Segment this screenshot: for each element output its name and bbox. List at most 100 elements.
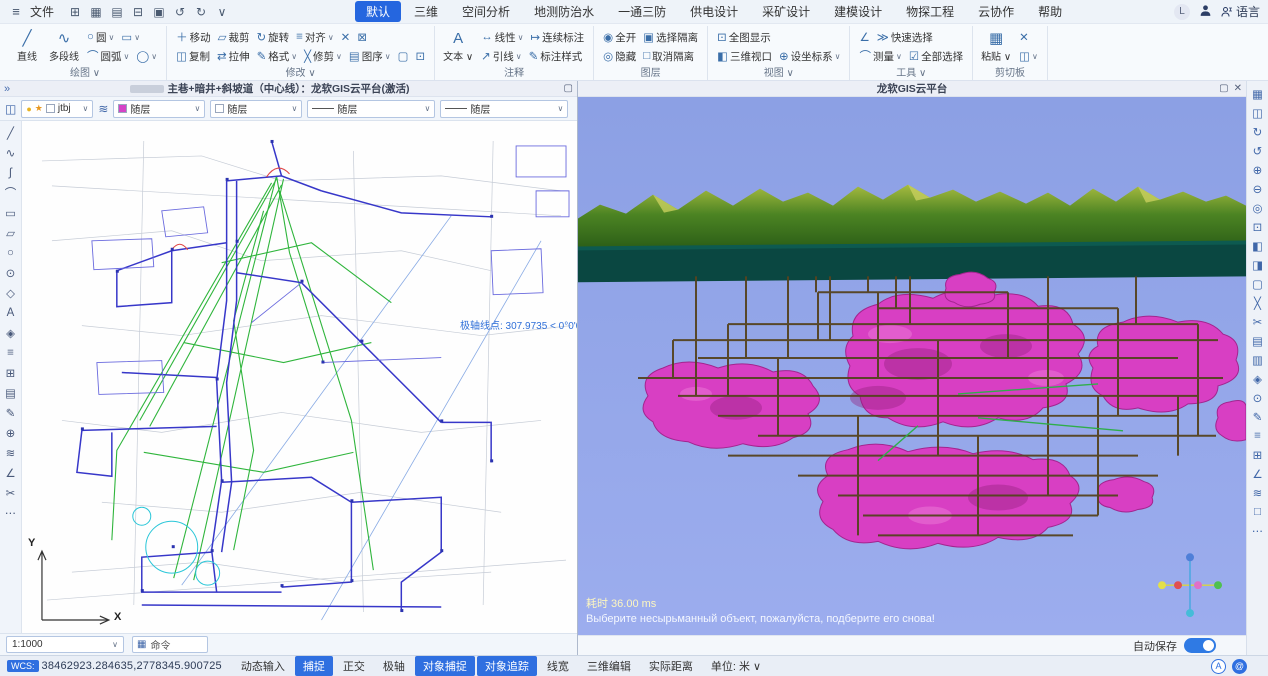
menu-tab-4[interactable]: 地测防治水 xyxy=(523,1,605,22)
clip-button[interactable]: ▱裁剪 xyxy=(216,29,252,46)
measure-button[interactable]: ⌒测量∨ xyxy=(857,48,903,65)
print-icon[interactable]: ▣ xyxy=(150,3,168,20)
language-button[interactable]: 语言 xyxy=(1221,3,1260,20)
linetype-combo[interactable]: 随层 ∨ xyxy=(307,100,435,118)
scale-combo[interactable]: 1:1000 ∨ xyxy=(6,636,124,653)
sheet-icon[interactable]: ▤ xyxy=(1249,332,1267,349)
cut-tool-icon[interactable]: ✂ xyxy=(2,484,20,501)
dot-circle-icon[interactable]: ⊙ xyxy=(1249,389,1267,406)
line-tool-icon[interactable]: ╱ xyxy=(2,124,20,141)
block-tool-icon[interactable]: ⊞ xyxy=(2,364,20,381)
open-icon[interactable]: ▤ xyxy=(108,3,126,20)
arc-tool-icon[interactable]: ⌒ xyxy=(2,184,20,201)
delete-button[interactable]: ✕ xyxy=(339,29,353,46)
close-3d-icon[interactable]: ✕ xyxy=(1234,83,1242,94)
menu-tab-8[interactable]: 建模设计 xyxy=(823,1,893,22)
hamburger-icon[interactable]: ≡ xyxy=(8,4,24,19)
hide-layer-button[interactable]: ◎隐藏 xyxy=(601,48,638,65)
all-layers-on-button[interactable]: ◉全开 xyxy=(601,29,638,46)
scene-3d-canvas[interactable]: 耗时 36.00 ms Выберите несырьманный объект… xyxy=(578,97,1246,635)
fit-icon[interactable]: ⊡ xyxy=(1249,218,1267,235)
stretch-button[interactable]: ⇄拉伸 xyxy=(215,48,252,65)
polyline-button[interactable]: ∿多段线 xyxy=(48,27,80,67)
frame-icon[interactable]: ▢ xyxy=(1249,275,1267,292)
text-tool-icon[interactable]: A xyxy=(2,304,20,321)
avatar[interactable]: L xyxy=(1174,4,1190,20)
ellipse-button[interactable]: ◯∨ xyxy=(134,48,159,65)
erase-button[interactable]: ⊠ xyxy=(355,29,369,46)
donut-tool-icon[interactable]: ⊙ xyxy=(2,264,20,281)
trim-button[interactable]: ╳修剪∨ xyxy=(302,48,344,65)
edit-icon[interactable]: ✎ xyxy=(1249,408,1267,425)
join-button[interactable]: ⊡ xyxy=(414,48,428,65)
more-tools-icon[interactable]: ⋯ xyxy=(2,504,20,521)
diamond-tool-icon[interactable]: ◇ xyxy=(2,284,20,301)
wave-tool-icon[interactable]: ≋ xyxy=(2,444,20,461)
cad-canvas[interactable]: 极轴线点: 307.9735 < 0°0'0" Y X xyxy=(22,121,577,633)
collapse-icon[interactable]: » xyxy=(4,83,10,95)
status-units[interactable]: 单位: 米 ∨ xyxy=(703,656,769,676)
command-input[interactable]: ▦ 命令 xyxy=(132,636,208,653)
maximize-3d-icon[interactable]: ▢ xyxy=(1219,83,1228,94)
target-icon[interactable]: ◎ xyxy=(1249,199,1267,216)
viewport-3d-button[interactable]: ◧三维视口 xyxy=(715,48,774,65)
undo-icon[interactable]: ↺ xyxy=(171,3,189,20)
copy-clip-button[interactable]: ◫∨ xyxy=(1017,48,1040,65)
message-circle-icon[interactable]: @ xyxy=(1232,659,1247,674)
box-icon[interactable]: □ xyxy=(1249,503,1267,520)
autosave-toggle[interactable] xyxy=(1184,638,1216,653)
save-view-icon[interactable]: ▦ xyxy=(1249,85,1267,102)
select-all-button[interactable]: ☑全部选择 xyxy=(907,48,965,65)
color-combo-2[interactable]: 随层 ∨ xyxy=(210,100,302,118)
continue-dim-button[interactable]: ↦连续标注 xyxy=(529,29,587,46)
quick-select-button[interactable]: ≫快速选择 xyxy=(875,29,935,46)
ruler-button[interactable]: ∠ xyxy=(857,29,871,46)
insert-tool-icon[interactable]: ⊕ xyxy=(2,424,20,441)
angle-tool-icon[interactable]: ∠ xyxy=(2,464,20,481)
rotate-ccw-icon[interactable]: ↺ xyxy=(1249,142,1267,159)
text-button[interactable]: A文本 ∨ xyxy=(442,27,474,67)
plus-box-icon[interactable]: ⊞ xyxy=(1249,446,1267,463)
layer-combo[interactable]: ● ★ jtbj ∨ xyxy=(21,100,93,118)
rectangle-tool-icon[interactable]: ▭ xyxy=(2,204,20,221)
status-polar[interactable]: 极轴 xyxy=(375,656,413,676)
copy-button[interactable]: ◫复制 xyxy=(174,48,212,65)
angle-icon[interactable]: ∠ xyxy=(1249,465,1267,482)
format-button[interactable]: ✎格式∨ xyxy=(255,48,300,65)
polyline-tool-icon[interactable]: ∿ xyxy=(2,144,20,161)
paste-button[interactable]: ▦粘贴 ∨ xyxy=(980,27,1012,67)
gallery-icon[interactable]: ▦ xyxy=(87,3,105,20)
edit-tool-icon[interactable]: ✎ xyxy=(2,404,20,421)
line-button[interactable]: ╱直线 xyxy=(11,27,43,67)
layout-icon[interactable]: ◫ xyxy=(1249,104,1267,121)
menu-tab-1[interactable]: 默认 xyxy=(355,1,401,22)
linear-dim-button[interactable]: ↔线性∨ xyxy=(479,29,525,46)
split-h-icon[interactable]: ◧ xyxy=(1249,237,1267,254)
rectangle-button[interactable]: ▭∨ xyxy=(119,29,142,46)
spline-tool-icon[interactable]: ∫ xyxy=(2,164,20,181)
user-icon[interactable] xyxy=(1199,4,1212,20)
menu-tab-6[interactable]: 供电设计 xyxy=(679,1,749,22)
menu-tab-9[interactable]: 物探工程 xyxy=(895,1,965,22)
layer-manager-icon[interactable]: ◫ xyxy=(5,102,16,116)
arc-button[interactable]: ⌒圆弧∨ xyxy=(85,48,131,65)
isolate-button[interactable]: ▣选择隔离 xyxy=(641,29,700,46)
cut-icon[interactable]: ✂ xyxy=(1249,313,1267,330)
dots-icon[interactable]: ⋯ xyxy=(1249,522,1267,539)
polygon-tool-icon[interactable]: ▱ xyxy=(2,224,20,241)
more-icon[interactable]: ∨ xyxy=(213,3,231,20)
status-real-distance[interactable]: 实际距离 xyxy=(641,656,701,676)
menu-tab-2[interactable]: 三维 xyxy=(403,1,449,22)
status-ortho[interactable]: 正交 xyxy=(335,656,373,676)
save-icon[interactable]: ⊟ xyxy=(129,3,147,20)
status-edit-3d[interactable]: 三维编辑 xyxy=(579,656,639,676)
menu-icon[interactable]: ≡ xyxy=(1249,427,1267,444)
new-icon[interactable]: ⊞ xyxy=(66,3,84,20)
gem-icon[interactable]: ◈ xyxy=(1249,370,1267,387)
status-lineweight[interactable]: 线宽 xyxy=(539,656,577,676)
fit-view-button[interactable]: ⊡全图显示 xyxy=(715,29,773,46)
set-ucs-button[interactable]: ⊕设坐标系∨ xyxy=(777,48,843,65)
menu-tab-10[interactable]: 云协作 xyxy=(967,1,1025,22)
menu-tab-3[interactable]: 空间分析 xyxy=(451,1,521,22)
zoom-out-icon[interactable]: ⊖ xyxy=(1249,180,1267,197)
